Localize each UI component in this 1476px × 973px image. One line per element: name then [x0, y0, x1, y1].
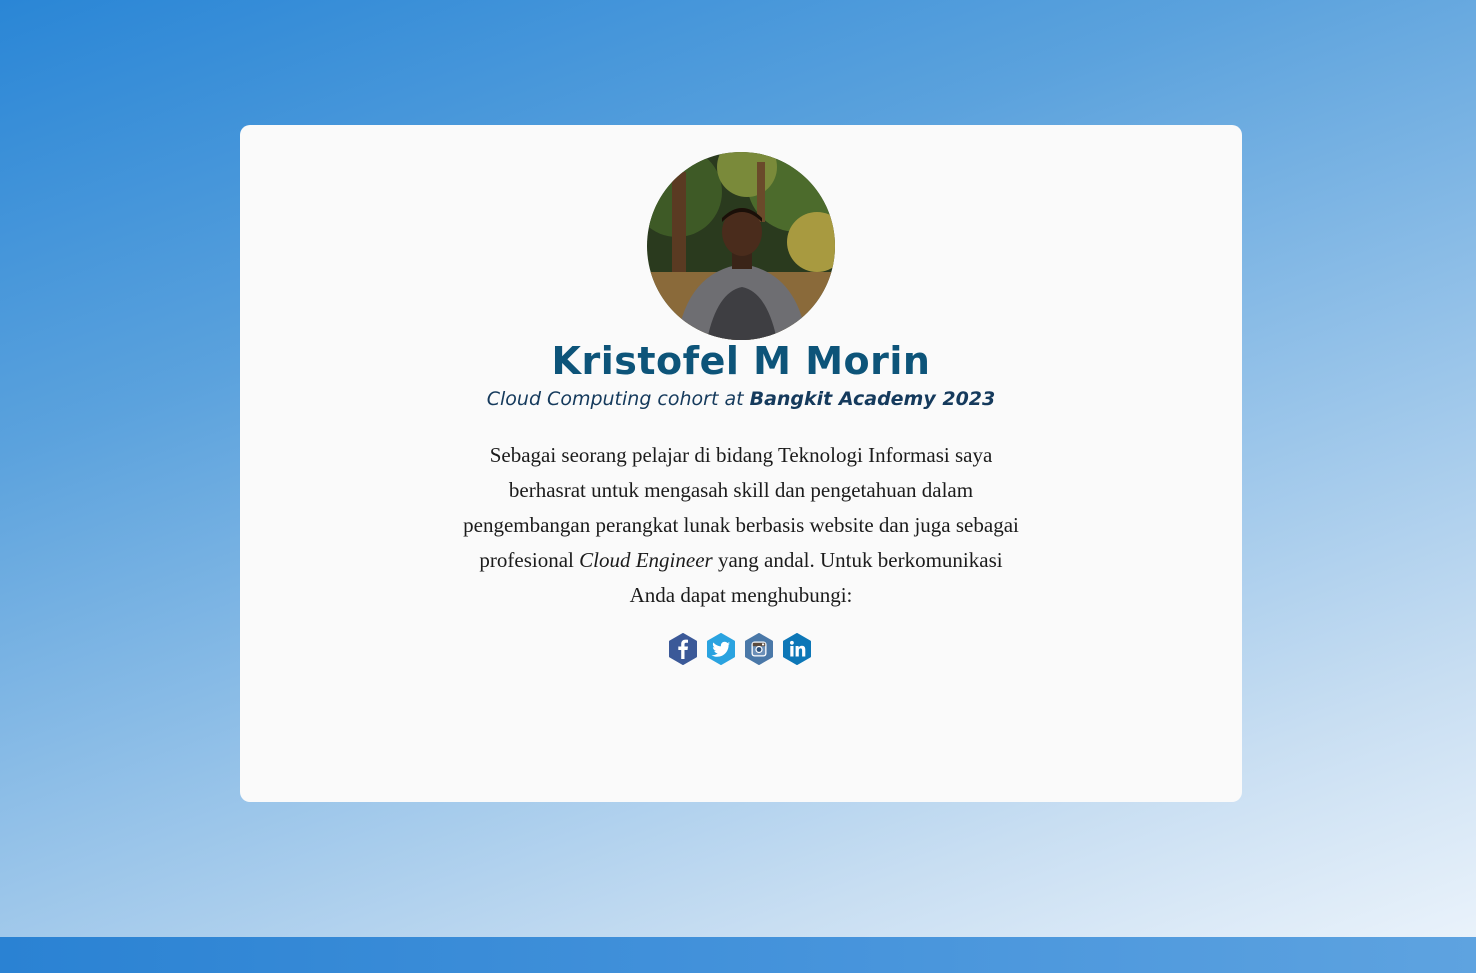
facebook-icon — [669, 633, 697, 665]
profile-name: Kristofel M Morin — [551, 339, 931, 383]
twitter-icon — [707, 633, 735, 665]
instagram-icon — [745, 633, 773, 665]
twitter-link[interactable] — [705, 633, 737, 665]
profile-card: Kristofel M Morin Cloud Computing cohort… — [240, 125, 1242, 802]
profile-tagline: Cloud Computing cohort at Bangkit Academ… — [240, 388, 1242, 411]
profile-photo — [647, 152, 835, 340]
instagram-link[interactable] — [743, 633, 775, 665]
profile-bio: Sebagai seorang pelajar di bidang Teknol… — [458, 438, 1024, 613]
tagline-prefix: Cloud Computing cohort at — [486, 388, 750, 410]
tagline-academy: Bangkit Academy 2023 — [749, 388, 996, 410]
linkedin-icon — [783, 633, 811, 665]
facebook-link[interactable] — [667, 633, 699, 665]
bio-emphasis: Cloud Engineer — [579, 548, 713, 572]
footer-bar — [0, 937, 1476, 973]
linkedin-link[interactable] — [781, 633, 813, 665]
social-links — [667, 633, 813, 665]
